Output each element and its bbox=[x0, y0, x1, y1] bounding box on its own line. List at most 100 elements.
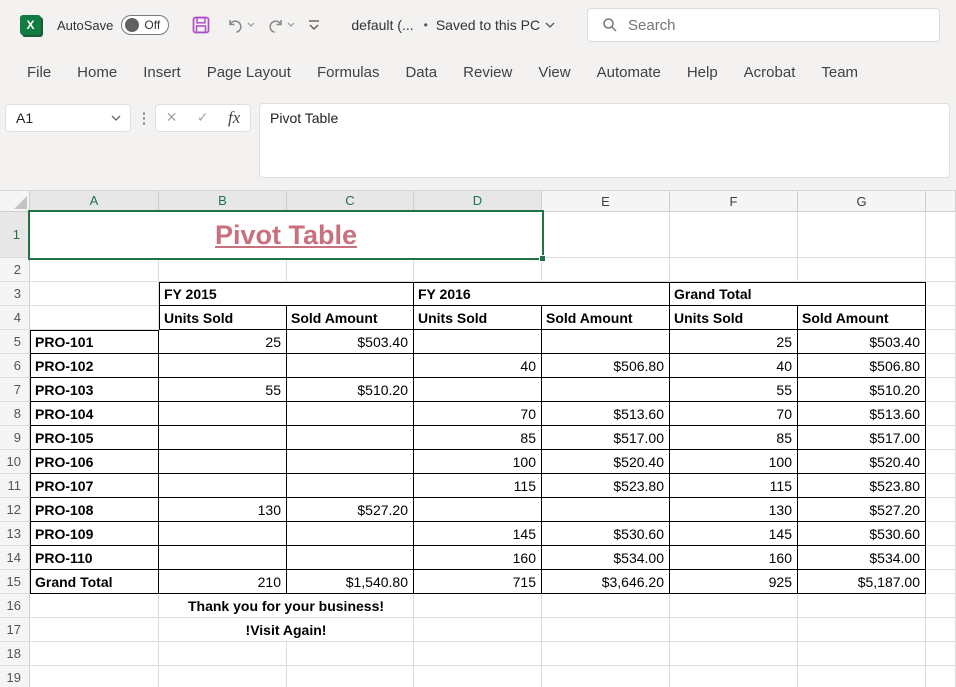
cell-H10[interactable] bbox=[926, 450, 956, 474]
ribbon-tab-team[interactable]: Team bbox=[821, 64, 858, 81]
row-header-1[interactable]: 1 bbox=[0, 212, 30, 258]
cell-E7[interactable] bbox=[542, 378, 670, 402]
cell-B14[interactable] bbox=[159, 546, 287, 570]
cell-E6[interactable]: $506.80 bbox=[542, 354, 670, 378]
ribbon-tab-automate[interactable]: Automate bbox=[597, 64, 661, 81]
cell-B18[interactable] bbox=[159, 642, 287, 666]
cell-A7[interactable]: PRO-103 bbox=[30, 378, 159, 402]
row-header-18[interactable]: 18 bbox=[0, 642, 30, 666]
cell-G4[interactable]: Sold Amount bbox=[798, 306, 926, 330]
row-header-12[interactable]: 12 bbox=[0, 498, 30, 522]
cell-D2[interactable] bbox=[414, 258, 542, 282]
cell-B4[interactable]: Units Sold bbox=[159, 306, 287, 330]
cell-D19[interactable] bbox=[414, 666, 542, 687]
cell-C9[interactable] bbox=[287, 426, 414, 450]
cell-F18[interactable] bbox=[670, 642, 798, 666]
cell-E11[interactable]: $523.80 bbox=[542, 474, 670, 498]
cell-H19[interactable] bbox=[926, 666, 956, 687]
cell-D8[interactable]: 70 bbox=[414, 402, 542, 426]
row-header-9[interactable]: 9 bbox=[0, 426, 30, 450]
cell-F16[interactable] bbox=[670, 594, 798, 618]
cell-H8[interactable] bbox=[926, 402, 956, 426]
row-header-2[interactable]: 2 bbox=[0, 258, 30, 282]
cell-A11[interactable]: PRO-107 bbox=[30, 474, 159, 498]
row-header-10[interactable]: 10 bbox=[0, 450, 30, 474]
name-box[interactable]: A1 bbox=[5, 104, 131, 132]
cell-G19[interactable] bbox=[798, 666, 926, 687]
row-header-3[interactable]: 3 bbox=[0, 282, 30, 306]
cell-B9[interactable] bbox=[159, 426, 287, 450]
cell-B8[interactable] bbox=[159, 402, 287, 426]
cell-F5[interactable]: 25 bbox=[670, 330, 798, 354]
cell-E18[interactable] bbox=[542, 642, 670, 666]
column-header-B[interactable]: B bbox=[159, 191, 287, 212]
document-title[interactable]: default (... bbox=[351, 17, 413, 33]
cell-F1[interactable] bbox=[670, 212, 798, 258]
customize-qat-button[interactable] bbox=[307, 19, 321, 31]
cell-B10[interactable] bbox=[159, 450, 287, 474]
cell-B17-merged[interactable]: !Visit Again! bbox=[159, 618, 414, 642]
cell-A13[interactable]: PRO-109 bbox=[30, 522, 159, 546]
cell-E2[interactable] bbox=[542, 258, 670, 282]
cell-G7[interactable]: $510.20 bbox=[798, 378, 926, 402]
ribbon-tab-view[interactable]: View bbox=[538, 64, 570, 81]
cell-G10[interactable]: $520.40 bbox=[798, 450, 926, 474]
ribbon-tab-insert[interactable]: Insert bbox=[143, 64, 181, 81]
cell-F4[interactable]: Units Sold bbox=[670, 306, 798, 330]
cell-F9[interactable]: 85 bbox=[670, 426, 798, 450]
cell-E10[interactable]: $520.40 bbox=[542, 450, 670, 474]
cell-H12[interactable] bbox=[926, 498, 956, 522]
cell-G5[interactable]: $503.40 bbox=[798, 330, 926, 354]
cell-G14[interactable]: $534.00 bbox=[798, 546, 926, 570]
cell-D14[interactable]: 160 bbox=[414, 546, 542, 570]
cell-B19[interactable] bbox=[159, 666, 287, 687]
cell-A18[interactable] bbox=[30, 642, 159, 666]
cell-A16[interactable] bbox=[30, 594, 159, 618]
cell-B11[interactable] bbox=[159, 474, 287, 498]
cell-F6[interactable]: 40 bbox=[670, 354, 798, 378]
formula-bar-input[interactable]: Pivot Table bbox=[259, 103, 950, 178]
column-header-partial[interactable] bbox=[926, 191, 956, 212]
ribbon-tab-data[interactable]: Data bbox=[405, 64, 437, 81]
cell-H4[interactable] bbox=[926, 306, 956, 330]
cell-E19[interactable] bbox=[542, 666, 670, 687]
cell-D15[interactable]: 715 bbox=[414, 570, 542, 594]
ribbon-tab-home[interactable]: Home bbox=[77, 64, 117, 81]
group-header-fy-2016[interactable]: FY 2016 bbox=[414, 282, 670, 306]
cell-A10[interactable]: PRO-106 bbox=[30, 450, 159, 474]
ribbon-tab-formulas[interactable]: Formulas bbox=[317, 64, 380, 81]
cell-D13[interactable]: 145 bbox=[414, 522, 542, 546]
cell-G11[interactable]: $523.80 bbox=[798, 474, 926, 498]
cell-A6[interactable]: PRO-102 bbox=[30, 354, 159, 378]
cell-F10[interactable]: 100 bbox=[670, 450, 798, 474]
cell-H5[interactable] bbox=[926, 330, 956, 354]
cell-C10[interactable] bbox=[287, 450, 414, 474]
cell-G1[interactable] bbox=[798, 212, 926, 258]
cell-D4[interactable]: Units Sold bbox=[414, 306, 542, 330]
redo-button[interactable] bbox=[267, 17, 295, 34]
autosave-toggle[interactable]: Off bbox=[121, 15, 169, 35]
cell-A9[interactable]: PRO-105 bbox=[30, 426, 159, 450]
cell-G17[interactable] bbox=[798, 618, 926, 642]
ribbon-tab-page-layout[interactable]: Page Layout bbox=[207, 64, 291, 81]
cell-G12[interactable]: $527.20 bbox=[798, 498, 926, 522]
cell-F17[interactable] bbox=[670, 618, 798, 642]
save-button[interactable] bbox=[191, 15, 211, 35]
cell-G6[interactable]: $506.80 bbox=[798, 354, 926, 378]
cell-C4[interactable]: Sold Amount bbox=[287, 306, 414, 330]
cell-C2[interactable] bbox=[287, 258, 414, 282]
cell-D5[interactable] bbox=[414, 330, 542, 354]
cell-E16[interactable] bbox=[542, 594, 670, 618]
cell-A15[interactable]: Grand Total bbox=[30, 570, 159, 594]
cell-G2[interactable] bbox=[798, 258, 926, 282]
cell-C11[interactable] bbox=[287, 474, 414, 498]
cell-A14[interactable]: PRO-110 bbox=[30, 546, 159, 570]
ribbon-tab-file[interactable]: File bbox=[27, 64, 51, 81]
column-header-F[interactable]: F bbox=[670, 191, 798, 212]
cell-H1[interactable] bbox=[926, 212, 956, 258]
cell-D16[interactable] bbox=[414, 594, 542, 618]
cell-H6[interactable] bbox=[926, 354, 956, 378]
save-status[interactable]: Saved to this PC bbox=[436, 17, 555, 33]
cell-G16[interactable] bbox=[798, 594, 926, 618]
cell-H14[interactable] bbox=[926, 546, 956, 570]
